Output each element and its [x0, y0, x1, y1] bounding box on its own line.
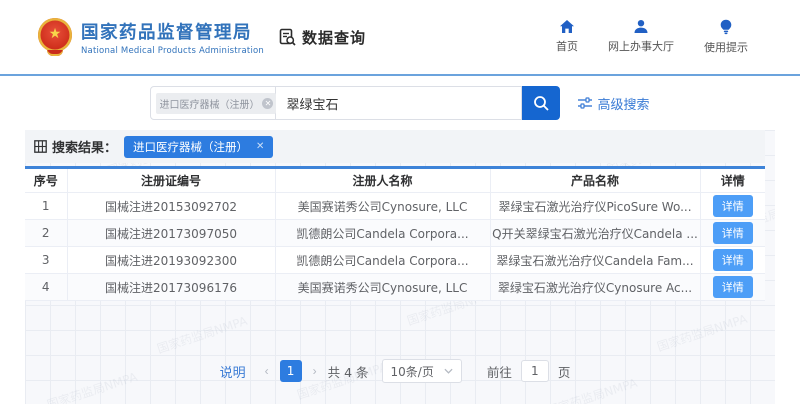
- cell-no: 2: [25, 220, 67, 247]
- column-header-no: 序号: [25, 168, 67, 193]
- category-tag: 进口医疗器械（注册） ✕: [156, 93, 276, 114]
- grid-icon: [34, 140, 47, 153]
- results-bar: 搜索结果： 进口医疗器械（注册） ✕: [25, 130, 765, 163]
- cell-product: 翠绿宝石激光治疗仪Candela Fam...: [490, 247, 700, 274]
- note-link[interactable]: 说明: [220, 362, 246, 381]
- results-table: 序号 注册证编号 注册人名称 产品名称 详情 1 国械注进20153092702…: [25, 166, 765, 301]
- org-title: 国家药品监督管理局: [81, 19, 264, 44]
- header-nav: 首页 网上办事大厅 使用提示: [556, 19, 748, 55]
- org-title-block: 国家药品监督管理局 National Medical Products Admi…: [81, 19, 264, 56]
- results-table-body: 1 国械注进20153092702 美国赛诺秀公司Cynosure, LLC 翠…: [25, 193, 765, 301]
- category-select[interactable]: 进口医疗器械（注册） ✕: [150, 86, 276, 120]
- column-header-detail: 详情: [700, 168, 765, 193]
- nav-item-usage-tips[interactable]: 使用提示: [704, 19, 748, 55]
- cell-cert-no: 国械注进20173097050: [67, 220, 275, 247]
- cell-product: 翠绿宝石激光治疗仪Cynosure Ac...: [490, 274, 700, 301]
- goto-page-input[interactable]: [521, 360, 549, 382]
- active-filter-tag: 进口医疗器械（注册） ✕: [124, 136, 273, 158]
- goto-label: 前往: [487, 362, 512, 381]
- cell-cert-no: 国械注进20193092300: [67, 247, 275, 274]
- top-header: ★ 国家药品监督管理局 National Medical Products Ad…: [0, 0, 800, 74]
- detail-button[interactable]: 详情: [713, 195, 753, 217]
- org-subtitle: National Medical Products Administration: [81, 46, 264, 56]
- column-header-cert: 注册证编号: [67, 168, 275, 193]
- cell-detail: 详情: [700, 193, 765, 220]
- total-count-label: 共 4 条: [328, 362, 369, 381]
- table-row: 2 国械注进20173097050 凯德朗公司Candela Corpora..…: [25, 220, 765, 247]
- table-row: 4 国械注进20173096176 美国赛诺秀公司Cynosure, LLC 翠…: [25, 274, 765, 301]
- chevron-down-icon: [444, 368, 453, 374]
- header-row: 序号 注册证编号 注册人名称 产品名称 详情: [25, 168, 765, 193]
- results-section: 国家药监局NMPA国家药监局NMPA国家药监局NMPA国家药监局NMPA国家药监…: [25, 130, 775, 404]
- search-icon: [533, 95, 550, 112]
- detail-button[interactable]: 详情: [713, 222, 753, 244]
- app-title: 数据查询: [302, 27, 366, 48]
- goto-suffix-label: 页: [558, 362, 571, 381]
- search-input[interactable]: [276, 86, 522, 120]
- page-size-label: 10条/页: [391, 363, 434, 380]
- results-label: 搜索结果：: [52, 137, 117, 156]
- category-tag-label: 进口医疗器械（注册）: [159, 96, 259, 111]
- watermark-text: 国家药监局NMPA: [655, 310, 750, 355]
- search-section: 进口医疗器械（注册） ✕ 高级搜索: [0, 76, 800, 130]
- cell-product: Q开关翠绿宝石激光治疗仪Candela ...: [490, 220, 700, 247]
- cell-detail: 详情: [700, 274, 765, 301]
- advanced-search-label: 高级搜索: [597, 94, 649, 113]
- cell-registrant: 美国赛诺秀公司Cynosure, LLC: [275, 193, 490, 220]
- cell-product: 翠绿宝石激光治疗仪PicoSure Wo...: [490, 193, 700, 220]
- user-icon: [633, 19, 649, 34]
- cell-no: 1: [25, 193, 67, 220]
- page-size-select[interactable]: 10条/页: [382, 359, 462, 383]
- advanced-search-link[interactable]: 高级搜索: [578, 94, 649, 113]
- nav-label: 首页: [556, 38, 578, 54]
- current-page-button[interactable]: 1: [280, 360, 302, 382]
- column-header-registrant: 注册人名称: [275, 168, 490, 193]
- prev-page-button[interactable]: ‹: [263, 364, 271, 378]
- table-row: 3 国械注进20193092300 凯德朗公司Candela Corpora..…: [25, 247, 765, 274]
- results-table-head: 序号 注册证编号 注册人名称 产品名称 详情: [25, 168, 765, 193]
- cell-detail: 详情: [700, 247, 765, 274]
- lightbulb-icon: [719, 19, 733, 35]
- home-icon: [559, 19, 575, 34]
- detail-button[interactable]: 详情: [713, 249, 753, 271]
- pagination: 说明 ‹ 1 › 共 4 条 10条/页 前往 页: [25, 359, 765, 383]
- search-group: 进口医疗器械（注册） ✕: [150, 86, 560, 120]
- cell-registrant: 凯德朗公司Candela Corpora...: [275, 247, 490, 274]
- close-icon[interactable]: ✕: [256, 141, 264, 152]
- search-button[interactable]: [522, 86, 560, 120]
- watermark-text: 国家药监局NMPA: [155, 312, 250, 357]
- cell-no: 3: [25, 247, 67, 274]
- nav-label: 使用提示: [704, 39, 748, 55]
- cell-registrant: 美国赛诺秀公司Cynosure, LLC: [275, 274, 490, 301]
- column-header-product: 产品名称: [490, 168, 700, 193]
- cell-detail: 详情: [700, 220, 765, 247]
- app-title-group: 数据查询: [278, 27, 366, 48]
- next-page-button[interactable]: ›: [311, 364, 319, 378]
- active-filter-tag-label: 进口医疗器械（注册）: [133, 139, 248, 155]
- detail-button[interactable]: 详情: [713, 276, 753, 298]
- cell-cert-no: 国械注进20153092702: [67, 193, 275, 220]
- nav-label: 网上办事大厅: [608, 38, 674, 54]
- nav-item-home[interactable]: 首页: [556, 19, 578, 55]
- cell-no: 4: [25, 274, 67, 301]
- nmpa-emblem-logo: ★: [38, 18, 72, 56]
- table-row: 1 国械注进20153092702 美国赛诺秀公司Cynosure, LLC 翠…: [25, 193, 765, 220]
- filter-sliders-icon: [578, 97, 592, 109]
- data-query-icon: [278, 28, 297, 47]
- nav-item-service-hall[interactable]: 网上办事大厅: [608, 19, 674, 55]
- clear-category-icon[interactable]: ✕: [262, 98, 273, 109]
- cell-registrant: 凯德朗公司Candela Corpora...: [275, 220, 490, 247]
- cell-cert-no: 国械注进20173096176: [67, 274, 275, 301]
